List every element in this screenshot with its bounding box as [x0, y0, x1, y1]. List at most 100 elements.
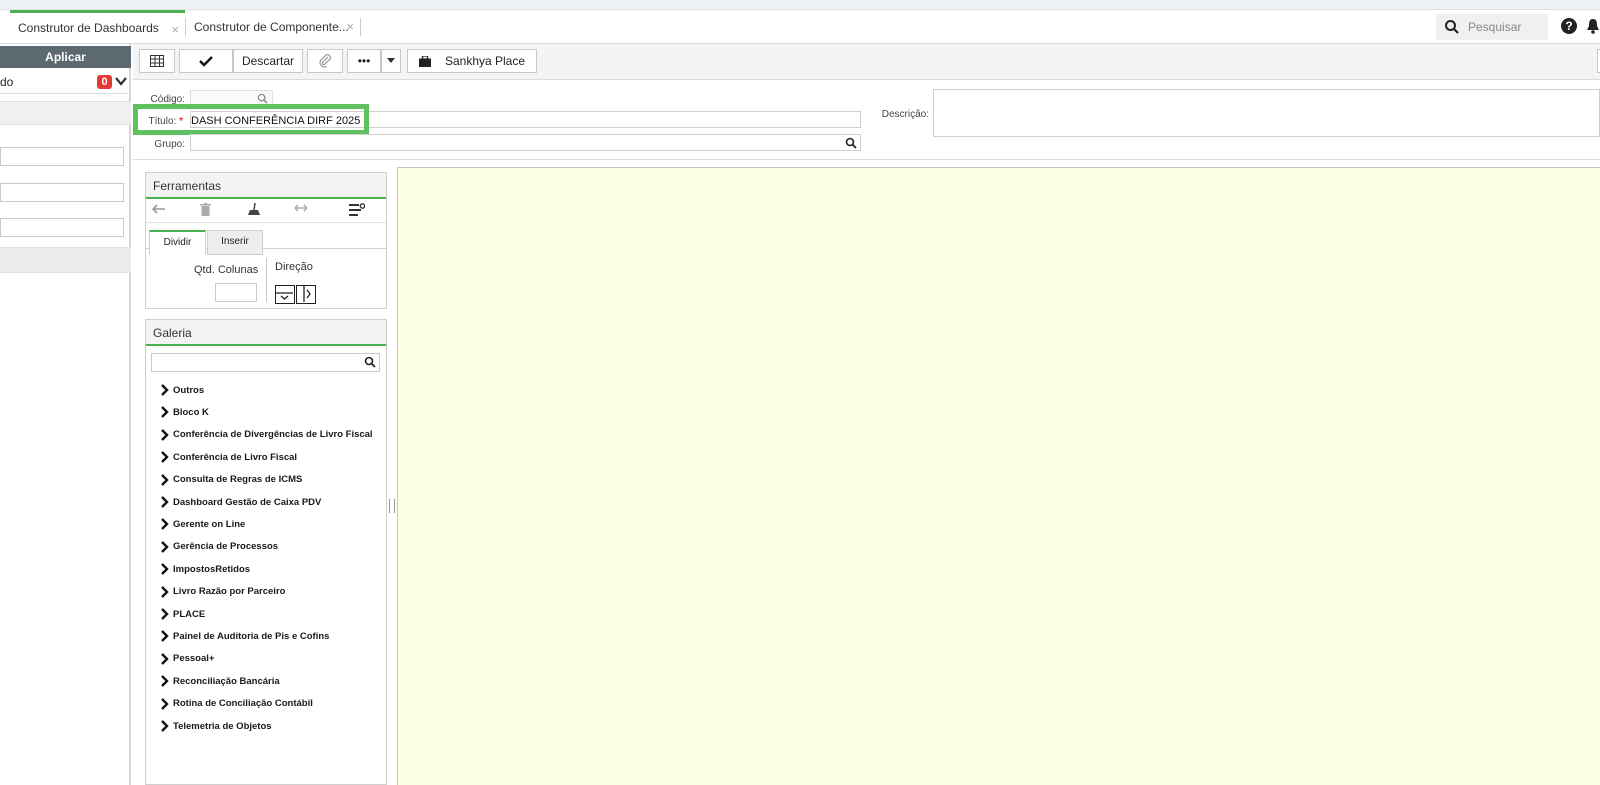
chevron-right-icon	[161, 608, 169, 620]
gallery-folder-item[interactable]: Livro Razão por Parceiro	[160, 584, 285, 600]
gallery-item-label: PLACE	[173, 608, 206, 620]
global-search[interactable]: Pesquisar	[1436, 14, 1548, 40]
trash-icon[interactable]	[200, 203, 211, 219]
gallery-folder-item[interactable]: ImpostosRetidos	[160, 561, 250, 577]
toolbar: Descartar ••• Sankhya Place	[133, 44, 1600, 80]
dashboard-canvas[interactable]	[397, 167, 1600, 785]
clean-icon[interactable]	[247, 202, 261, 219]
filter-text: do	[0, 75, 14, 89]
tab-construtor-dashboards[interactable]: Construtor de Dashboards ×	[10, 10, 185, 43]
gallery-title: Galeria	[146, 320, 386, 346]
gallery-search-input[interactable]	[151, 353, 380, 372]
gallery-folder-item[interactable]: Rotina de Conciliação Contábil	[160, 696, 313, 712]
gallery-item-label: Painel de Auditoria de Pis e Cofins	[173, 630, 330, 642]
tab-label: Construtor de Componente...	[194, 19, 349, 34]
undo-icon[interactable]	[151, 203, 166, 218]
gallery-item-label: Livro Razão por Parceiro	[173, 586, 286, 598]
gallery-folder-item[interactable]: Reconciliação Bancária	[160, 673, 280, 689]
chevron-right-icon	[161, 518, 169, 531]
gallery-item-label: Bloco K	[173, 406, 209, 418]
close-icon[interactable]: ×	[346, 19, 354, 34]
gallery-folder-item[interactable]: Conferência de Divergências de Livro Fis…	[160, 427, 373, 443]
filter-input[interactable]	[0, 218, 124, 237]
gallery-item-label: Outros	[173, 384, 205, 396]
search-icon	[1445, 20, 1459, 34]
titulo-value: DASH CONFERÊNCIA DIRF 2025	[191, 115, 361, 127]
tab-divider	[360, 18, 361, 36]
search-icon[interactable]	[845, 137, 857, 149]
apply-button[interactable]: Aplicar	[0, 46, 131, 68]
gallery-folder-item[interactable]: Conferência de Livro Fiscal	[160, 449, 297, 465]
more-actions-dropdown[interactable]	[381, 49, 401, 73]
gallery-folder-item[interactable]: Consulta de Regras de ICMS	[160, 472, 302, 488]
gallery-folder-item[interactable]: Painel de Auditoria de Pis e Cofins	[160, 628, 329, 644]
tab-construtor-componente[interactable]: Construtor de Componente... ×	[186, 10, 360, 43]
gallery-folder-item[interactable]: Gerente on Line	[160, 516, 245, 532]
gallery-folder-item[interactable]: Outros	[160, 382, 204, 398]
direction-horizontal-button[interactable]	[296, 285, 316, 304]
chevron-right-icon	[161, 652, 169, 665]
discard-button[interactable]: Descartar	[233, 49, 303, 73]
grupo-field[interactable]	[190, 134, 861, 151]
tab-inserir[interactable]: Inserir	[207, 230, 263, 255]
qtd-colunas-label: Qtd. Colunas	[194, 264, 259, 276]
gallery-item-label: Pessoal+	[173, 653, 215, 665]
confirm-button[interactable]	[179, 49, 233, 73]
direction-vertical-button[interactable]	[275, 285, 295, 304]
qtd-colunas-input[interactable]	[215, 283, 257, 302]
sankhya-place-button[interactable]: Sankhya Place	[407, 49, 537, 73]
gallery-folder-item[interactable]: Pessoal+	[160, 651, 214, 667]
gallery-folder-item[interactable]: PLACE	[160, 606, 205, 622]
descricao-field[interactable]	[933, 89, 1600, 137]
direcao-label: Direção	[275, 261, 313, 273]
chevron-right-icon	[161, 384, 169, 396]
gallery-item-label: Gerente on Line	[173, 518, 246, 530]
chevron-right-icon	[161, 406, 169, 419]
chevron-right-icon	[161, 540, 169, 553]
more-actions-button[interactable]: •••	[347, 49, 381, 73]
descricao-label: Descrição:	[881, 109, 929, 120]
filter-panel: Aplicar do 0	[0, 44, 131, 785]
gallery-item-label: Telemetria de Objetos	[173, 720, 272, 732]
chevron-right-icon	[161, 496, 169, 508]
chevron-right-icon	[161, 473, 169, 486]
filter-selector[interactable]: do 0	[0, 70, 131, 94]
grid-view-button[interactable]	[139, 49, 175, 73]
chevron-right-icon	[161, 563, 169, 576]
bell-icon[interactable]	[1586, 18, 1600, 34]
panel-splitter[interactable]	[389, 499, 395, 513]
search-icon[interactable]	[364, 356, 376, 368]
filter-input[interactable]	[0, 147, 124, 166]
gallery-folder-item[interactable]: Dashboard Gestão de Caixa PDV	[160, 494, 321, 510]
gallery-folder-item[interactable]: Gerência de Processos	[160, 539, 278, 555]
briefcase-icon	[418, 55, 431, 67]
chevron-right-icon	[161, 630, 169, 643]
gallery-item-label: Dashboard Gestão de Caixa PDV	[173, 496, 322, 508]
resize-horizontal-icon[interactable]	[294, 203, 308, 216]
grupo-label: Grupo:	[154, 139, 185, 150]
chevron-right-icon	[161, 428, 169, 441]
tab-dividir[interactable]: Dividir	[149, 230, 206, 255]
search-icon[interactable]	[257, 93, 268, 104]
grid-icon	[150, 55, 164, 67]
chevron-right-icon	[161, 585, 169, 598]
top-strip	[0, 0, 1600, 10]
filter-section-header	[0, 101, 131, 125]
chevron-down-icon[interactable]	[114, 74, 128, 88]
gallery-panel: Galeria Outros Bloco K Conferência de Dive…	[145, 319, 387, 785]
help-icon[interactable]: ?	[1561, 18, 1577, 34]
attach-button[interactable]	[307, 49, 343, 73]
required-marker: *	[179, 116, 183, 127]
gallery-folder-item[interactable]: Telemetria de Objetos	[160, 718, 272, 734]
check-icon	[199, 56, 213, 67]
gallery-item-label: Consulta de Regras de ICMS	[173, 474, 303, 486]
chevron-right-icon	[161, 675, 169, 688]
titulo-label: Título: *	[143, 116, 183, 127]
sankhya-place-label: Sankhya Place	[444, 54, 526, 68]
close-icon[interactable]: ×	[171, 22, 179, 37]
gallery-item-label: Conferência de Divergências de Livro Fis…	[173, 429, 373, 441]
gallery-folder-item[interactable]: Bloco K	[160, 404, 209, 420]
tab-label: Construtor de Dashboards	[18, 21, 159, 35]
filter-input[interactable]	[0, 183, 124, 202]
settings-list-icon[interactable]	[349, 203, 366, 220]
